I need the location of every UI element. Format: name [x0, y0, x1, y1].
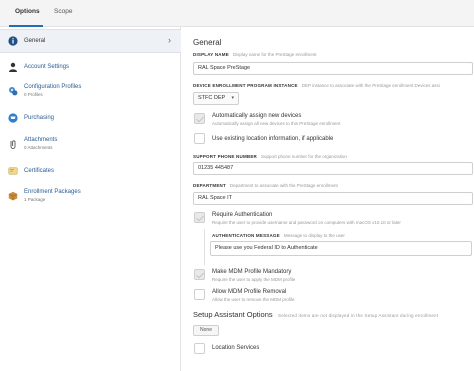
- auth-message-input[interactable]: Please use you Federal ID to Authenticat…: [210, 241, 472, 256]
- auto-assign-desc: Automatically assign all new devices to …: [212, 121, 341, 126]
- tab-bar: Options Scope: [0, 0, 474, 27]
- mdm-mandatory-label: Make MDM Profile Mandatory: [212, 269, 292, 275]
- select-none-button[interactable]: None: [193, 325, 219, 336]
- dep-instance-select[interactable]: STFC DEP ▾: [193, 92, 239, 105]
- auto-assign-checkbox[interactable]: [194, 113, 205, 124]
- sidebar-item-general[interactable]: General ›: [0, 29, 181, 53]
- department-label: Department Department to associate with t…: [193, 183, 338, 188]
- existing-location-label: Use existing location information, if ap…: [212, 136, 334, 142]
- sidebar-item-count: 1 Package: [24, 197, 46, 202]
- gear-profile-icon: [9, 87, 18, 96]
- mdm-mandatory-desc: Require the user to apply the MDM profil…: [212, 277, 296, 282]
- sidebar-item-label: General: [24, 38, 46, 44]
- sidebar: General › Account Settings Configuration…: [0, 27, 181, 371]
- dep-instance-label: Device Enrollment Program Instance DEP in…: [193, 83, 440, 88]
- sidebar-item-configuration-profiles[interactable]: Configuration Profiles 0 Profiles: [0, 80, 181, 104]
- general-settings-panel: General Display Name Display name for the…: [182, 27, 474, 371]
- display-name-input[interactable]: RAL Space PreStage: [193, 62, 473, 75]
- chevron-down-icon: ▾: [231, 95, 234, 101]
- auth-message-label: Authentication Message Message to display…: [212, 233, 345, 238]
- location-services-label: Location Services: [212, 345, 260, 351]
- sidebar-item-label: Certificates: [24, 168, 55, 174]
- support-phone-label: Support Phone Number Support phone number…: [193, 154, 347, 159]
- mdm-removal-label: Allow MDM Profile Removal: [212, 289, 287, 295]
- require-auth-checkbox[interactable]: [194, 212, 205, 223]
- sidebar-item-label: Configuration Profiles: [24, 84, 82, 90]
- existing-location-checkbox[interactable]: [194, 133, 205, 144]
- mdm-removal-checkbox[interactable]: [194, 289, 205, 300]
- chevron-right-icon: ›: [168, 35, 171, 45]
- sidebar-item-label: Purchasing: [24, 115, 55, 121]
- sidebar-item-account-settings[interactable]: Account Settings: [0, 56, 181, 80]
- cart-icon: [8, 113, 18, 123]
- sidebar-item-label: Enrollment Packages: [24, 189, 81, 195]
- sidebar-item-attachments[interactable]: Attachments 0 Attachments: [0, 133, 181, 157]
- setup-assistant-desc: Selected items are not displayed in the …: [278, 313, 439, 318]
- sidebar-item-count: 0 Attachments: [24, 145, 53, 150]
- certificate-icon: [8, 167, 18, 175]
- section-title-general: General: [193, 38, 222, 47]
- sidebar-item-purchasing[interactable]: Purchasing: [0, 107, 181, 131]
- sidebar-item-count: 0 Profiles: [24, 92, 43, 97]
- require-auth-desc: Require the user to provide username and…: [212, 220, 401, 225]
- sidebar-item-label: Attachments: [24, 137, 58, 143]
- auto-assign-label: Automatically assign new devices: [212, 113, 302, 119]
- sidebar-item-certificates[interactable]: Certificates: [0, 160, 181, 184]
- mdm-removal-desc: Allow the user to remove the MDM profile: [212, 297, 295, 302]
- sidebar-item-label: Account Settings: [24, 64, 70, 70]
- department-input[interactable]: RAL Space IT: [193, 192, 473, 205]
- sidebar-item-enrollment-packages[interactable]: Enrollment Packages 1 Package: [0, 185, 181, 209]
- mdm-mandatory-checkbox[interactable]: [194, 269, 205, 280]
- indent-guide: [204, 229, 205, 265]
- user-icon: [9, 62, 17, 72]
- paperclip-icon: [10, 140, 16, 149]
- support-phone-input[interactable]: 01235 445487: [193, 162, 473, 175]
- info-icon: [8, 36, 18, 46]
- setup-assistant-title: Setup Assistant Options: [193, 310, 273, 319]
- require-auth-label: Require Authentication: [212, 212, 273, 218]
- tab-options[interactable]: Options: [15, 8, 40, 15]
- location-services-checkbox[interactable]: [194, 343, 205, 354]
- package-icon: [8, 191, 18, 201]
- display-name-label: Display Name Display name for the PreStag…: [193, 52, 317, 57]
- tab-scope[interactable]: Scope: [54, 8, 72, 15]
